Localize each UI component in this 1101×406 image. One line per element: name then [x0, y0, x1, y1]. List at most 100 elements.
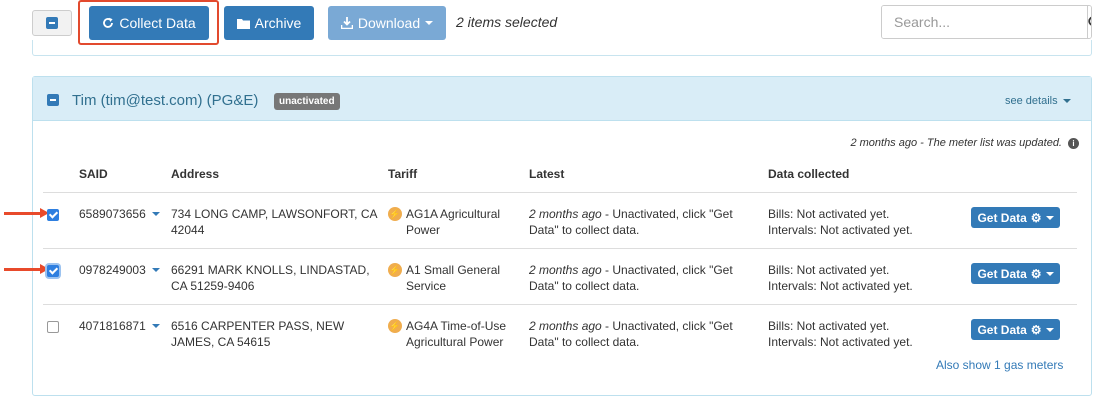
- annotation-arrow: [4, 208, 49, 218]
- address-line: 66291 MARK KNOLLS, LINDASTAD,: [171, 263, 370, 277]
- chevron-down-icon: [1045, 215, 1054, 220]
- annotation-arrow: [4, 264, 49, 274]
- address-line: 42044: [171, 223, 205, 237]
- address-cell: 734 LONG CAMP, LAWSONFORT, CA 42044: [171, 206, 378, 238]
- intervals-status: Intervals: Not activated yet.: [768, 223, 913, 237]
- lightning-bolt-icon: ⚡: [388, 207, 402, 221]
- column-header-address: Address: [171, 167, 220, 181]
- download-label: Download: [357, 15, 421, 31]
- latest-cell: 2 months ago - Unactivated, click "Get D…: [529, 206, 733, 238]
- lightning-bolt-icon: ⚡: [388, 319, 402, 333]
- gear-icon: ⚙: [1030, 322, 1042, 337]
- column-header-said: SAID: [79, 167, 108, 181]
- latest-line: - Unactivated, click "Get: [601, 263, 733, 277]
- row-checkbox[interactable]: [47, 321, 59, 333]
- tariff-line: AG4A Time-of-Use: [406, 319, 507, 333]
- search-icon: [1088, 16, 1091, 26]
- latest-line: Data" to collect data.: [529, 335, 640, 349]
- latest-line: - Unactivated, click "Get: [601, 207, 733, 221]
- said-dropdown[interactable]: 4071816871: [79, 318, 160, 334]
- latest-cell: 2 months ago - Unactivated, click "Get D…: [529, 318, 733, 350]
- gear-icon: ⚙: [1030, 266, 1042, 281]
- bills-status: Bills: Not activated yet.: [768, 207, 890, 221]
- intervals-status: Intervals: Not activated yet.: [768, 335, 913, 349]
- tariff-line: Service: [406, 279, 447, 293]
- meter-note-text: 2 months ago - The meter list was update…: [850, 137, 1062, 149]
- bills-status: Bills: Not activated yet.: [768, 319, 890, 333]
- get-data-label: Get Data: [977, 210, 1027, 225]
- get-data-label: Get Data: [977, 266, 1027, 281]
- search-input[interactable]: [882, 6, 1087, 38]
- search-box: [881, 5, 1092, 39]
- latest-line: Data" to collect data.: [529, 279, 640, 293]
- data-collected-cell: Bills: Not activated yet. Intervals: Not…: [768, 206, 913, 238]
- archive-button[interactable]: Archive: [224, 6, 314, 40]
- tariff-line: Agricultural Power: [406, 335, 504, 349]
- latest-time: 2 months ago: [529, 207, 602, 221]
- tariff-line: AG1A Agricultural: [406, 207, 501, 221]
- latest-line: - Unactivated, click "Get: [601, 319, 733, 333]
- search-button[interactable]: [1087, 6, 1091, 38]
- previous-panel-edge: [32, 40, 1092, 56]
- said-value: 0978249003: [79, 263, 146, 277]
- address-line: CA 51259-9406: [171, 279, 255, 293]
- data-collected-cell: Bills: Not activated yet. Intervals: Not…: [768, 318, 913, 350]
- latest-time: 2 months ago: [529, 319, 602, 333]
- row-divider: [43, 304, 1077, 305]
- get-data-button[interactable]: Get Data ⚙: [971, 263, 1060, 284]
- collapse-toggle[interactable]: [47, 94, 59, 106]
- tariff-cell: ⚡ AG1A Agricultural Power: [388, 206, 500, 238]
- account-title: Tim (tim@test.com) (PG&E): [72, 92, 259, 109]
- data-collected-cell: Bills: Not activated yet. Intervals: Not…: [768, 262, 913, 294]
- folder-icon: [236, 18, 250, 29]
- row-checkbox[interactable]: [47, 265, 59, 277]
- select-all-toggle[interactable]: [32, 10, 72, 36]
- selection-status: 2 items selected: [456, 14, 558, 30]
- tariff-cell: ⚡ AG4A Time-of-Use Agricultural Power: [388, 318, 506, 350]
- archive-label: Archive: [254, 15, 302, 31]
- status-badge: unactivated: [274, 93, 340, 110]
- address-cell: 6516 CARPENTER PASS, NEW JAMES, CA 54615: [171, 318, 344, 350]
- latest-cell: 2 months ago - Unactivated, click "Get D…: [529, 262, 733, 294]
- address-line: JAMES, CA 54615: [171, 335, 271, 349]
- chevron-down-icon: [151, 324, 160, 328]
- show-gas-meters-link[interactable]: Also show 1 gas meters: [936, 358, 1063, 372]
- intervals-status: Intervals: Not activated yet.: [768, 279, 913, 293]
- download-icon: [340, 17, 353, 29]
- said-dropdown[interactable]: 6589073656: [79, 206, 160, 222]
- tariff-cell: ⚡ A1 Small General Service: [388, 262, 500, 294]
- chevron-down-icon: [1045, 271, 1054, 276]
- chevron-down-icon: [151, 268, 160, 272]
- minus-checkbox-icon: [46, 17, 58, 29]
- get-data-button[interactable]: Get Data ⚙: [971, 207, 1060, 228]
- bills-status: Bills: Not activated yet.: [768, 263, 890, 277]
- column-header-tariff: Tariff: [388, 167, 418, 181]
- row-divider: [43, 192, 1077, 193]
- address-line: 6516 CARPENTER PASS, NEW: [171, 319, 345, 333]
- get-data-label: Get Data: [977, 322, 1027, 337]
- latest-line: Data" to collect data.: [529, 223, 640, 237]
- said-dropdown[interactable]: 0978249003: [79, 262, 160, 278]
- tariff-line: Power: [406, 223, 441, 237]
- latest-time: 2 months ago: [529, 263, 602, 277]
- said-value: 4071816871: [79, 319, 146, 333]
- annotation-highlight-box: [78, 0, 219, 45]
- chevron-down-icon: [425, 21, 434, 25]
- row-divider: [43, 248, 1077, 249]
- minus-square-icon: [47, 94, 59, 106]
- tariff-line: A1 Small General: [406, 263, 501, 277]
- chevron-down-icon: [1062, 99, 1071, 103]
- gear-icon: ⚙: [1030, 210, 1042, 225]
- address-cell: 66291 MARK KNOLLS, LINDASTAD, CA 51259-9…: [171, 262, 370, 294]
- column-header-data-collected: Data collected: [768, 167, 850, 181]
- said-value: 6589073656: [79, 207, 146, 221]
- chevron-down-icon: [151, 212, 160, 216]
- get-data-button[interactable]: Get Data ⚙: [971, 319, 1060, 340]
- meter-list-note: 2 months ago - The meter list was update…: [850, 137, 1079, 149]
- download-button[interactable]: Download: [328, 6, 446, 40]
- address-line: 734 LONG CAMP, LAWSONFORT, CA: [171, 207, 378, 221]
- lightning-bolt-icon: ⚡: [388, 263, 402, 277]
- row-checkbox[interactable]: [47, 209, 59, 221]
- info-icon[interactable]: i: [1068, 137, 1079, 149]
- see-details-link[interactable]: see details: [1005, 95, 1071, 107]
